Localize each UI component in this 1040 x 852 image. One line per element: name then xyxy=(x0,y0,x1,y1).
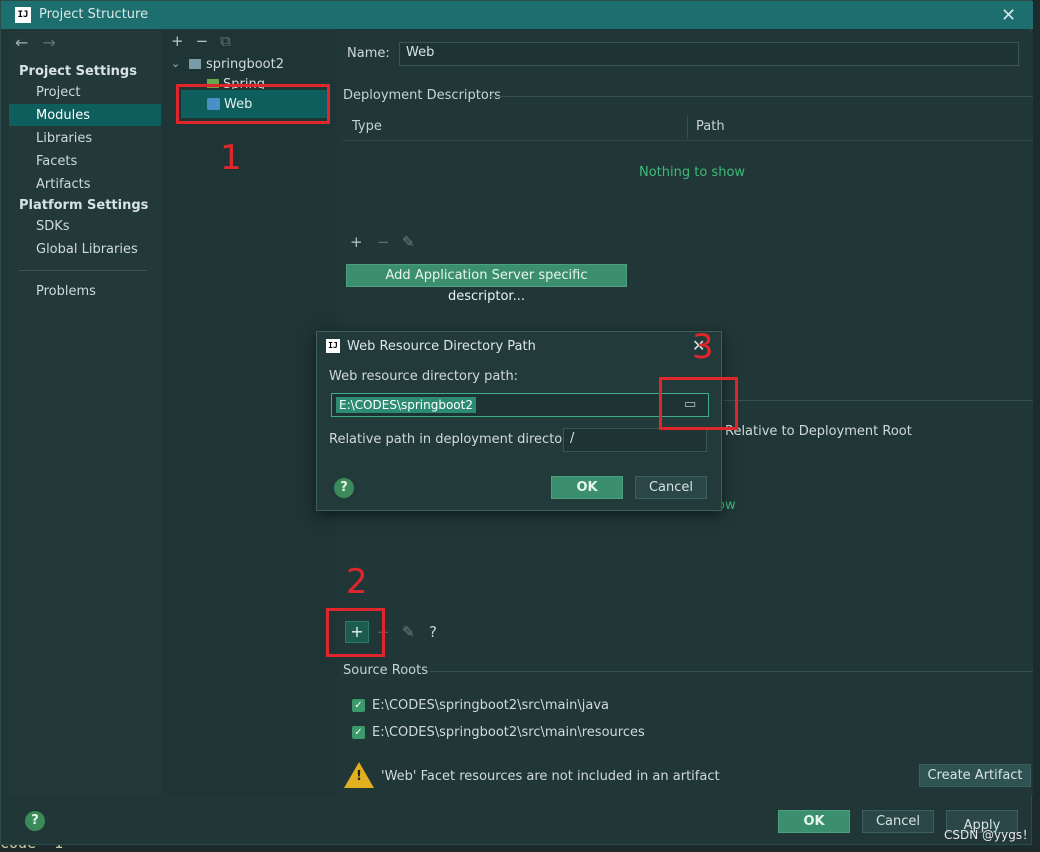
source-root-checkbox[interactable]: ✓ xyxy=(352,699,365,712)
sidebar-item-global-libraries[interactable]: Global Libraries xyxy=(36,242,138,257)
warning-exclamation: ! xyxy=(356,769,362,784)
sidebar-item-sdks[interactable]: SDKs xyxy=(36,219,70,234)
add-descriptor-icon[interactable]: + xyxy=(350,233,363,251)
dialog-title: Web Resource Directory Path xyxy=(347,339,536,354)
add-server-descriptor-button[interactable]: Add Application Server specific descript… xyxy=(346,264,627,304)
annotation-number-1: 1 xyxy=(220,138,242,178)
name-label: Name: xyxy=(347,46,390,61)
intellij-logo-icon: IJ xyxy=(326,339,340,353)
source-root-checkbox[interactable]: ✓ xyxy=(352,726,365,739)
module-tree xyxy=(163,31,337,795)
annotation-number-3: 3 xyxy=(692,327,714,367)
close-icon[interactable]: ✕ xyxy=(1001,5,1016,26)
relative-to-root-header: Relative to Deployment Root xyxy=(725,424,912,439)
help-icon[interactable]: ? xyxy=(429,623,437,641)
dialog-title-bar: IJ Web Resource Directory Path ✕ xyxy=(317,332,721,362)
tree-toolbar: + − ⧉ xyxy=(171,32,243,50)
section-divider xyxy=(429,671,1033,672)
sidebar-divider xyxy=(19,270,147,271)
relative-path-label: Relative path in deployment directory: xyxy=(329,432,579,447)
chevron-down-icon[interactable]: ⌄ xyxy=(171,57,180,70)
sidebar-item-libraries[interactable]: Libraries xyxy=(36,131,92,146)
intellij-logo-icon: IJ xyxy=(15,7,31,23)
sidebar-item-problems[interactable]: Problems xyxy=(36,284,96,299)
source-roots-label: Source Roots xyxy=(343,663,429,678)
descriptor-table-header xyxy=(343,113,1033,141)
copy-icon[interactable]: ⧉ xyxy=(220,32,231,50)
edit-pencil-icon[interactable]: ✎ xyxy=(402,233,415,251)
sidebar-item-project[interactable]: Project xyxy=(36,85,80,100)
ok-button[interactable]: OK xyxy=(778,810,850,833)
section-divider xyxy=(723,400,1033,401)
annotation-box-1 xyxy=(176,84,330,124)
sidebar-item-artifacts[interactable]: Artifacts xyxy=(36,177,91,192)
window-title: Project Structure xyxy=(39,7,149,22)
remove-descriptor-icon[interactable]: − xyxy=(377,233,390,251)
path-input-frame[interactable]: E:\CODES\springboot2 ▭ xyxy=(331,393,709,417)
empty-table-text: Nothing to show xyxy=(639,165,746,180)
annotation-box-2 xyxy=(326,608,385,657)
dialog-cancel-button[interactable]: Cancel xyxy=(635,476,707,499)
sidebar-item-modules[interactable]: Modules xyxy=(9,104,161,126)
name-input[interactable]: Web xyxy=(399,42,1019,66)
annotation-number-2: 2 xyxy=(346,562,368,602)
watermark: CSDN @yygs！ xyxy=(944,828,1035,842)
dialog-ok-button[interactable]: OK xyxy=(551,476,623,499)
col-path-header: Path xyxy=(696,119,725,134)
warning-text: 'Web' Facet resources are not included i… xyxy=(381,769,720,784)
path-label: Web resource directory path: xyxy=(329,369,519,384)
title-bar: IJ Project Structure ✕ xyxy=(1,1,1033,29)
cancel-button[interactable]: Cancel xyxy=(862,810,934,833)
help-icon[interactable]: ? xyxy=(334,478,354,498)
project-settings-header: Project Settings xyxy=(19,64,137,79)
folder-icon xyxy=(189,59,201,69)
annotation-box-3 xyxy=(659,377,738,430)
deployment-descriptors-label: Deployment Descriptors xyxy=(343,88,501,103)
add-icon[interactable]: + xyxy=(171,32,184,50)
sidebar-item-facets[interactable]: Facets xyxy=(36,154,77,169)
tree-item-springboot2[interactable]: springboot2 xyxy=(206,57,284,72)
section-divider xyxy=(489,96,1033,97)
source-root-item: E:\CODES\springboot2\src\main\java xyxy=(372,698,609,713)
navigation-arrows: ← → xyxy=(15,33,70,52)
source-root-item: E:\CODES\springboot2\src\main\resources xyxy=(372,725,645,740)
back-arrow-icon[interactable]: ← xyxy=(15,33,28,52)
create-artifact-button[interactable]: Create Artifact xyxy=(919,764,1031,787)
platform-settings-header: Platform Settings xyxy=(19,198,149,213)
help-icon[interactable]: ? xyxy=(25,811,45,831)
col-type-header: Type xyxy=(352,119,382,134)
relative-path-input[interactable]: / xyxy=(563,428,707,452)
edit-pencil-icon[interactable]: ✎ xyxy=(402,623,415,641)
column-divider xyxy=(687,115,688,139)
path-input-value[interactable]: E:\CODES\springboot2 xyxy=(336,397,476,413)
remove-icon[interactable]: − xyxy=(196,32,209,50)
forward-arrow-icon[interactable]: → xyxy=(42,33,55,52)
